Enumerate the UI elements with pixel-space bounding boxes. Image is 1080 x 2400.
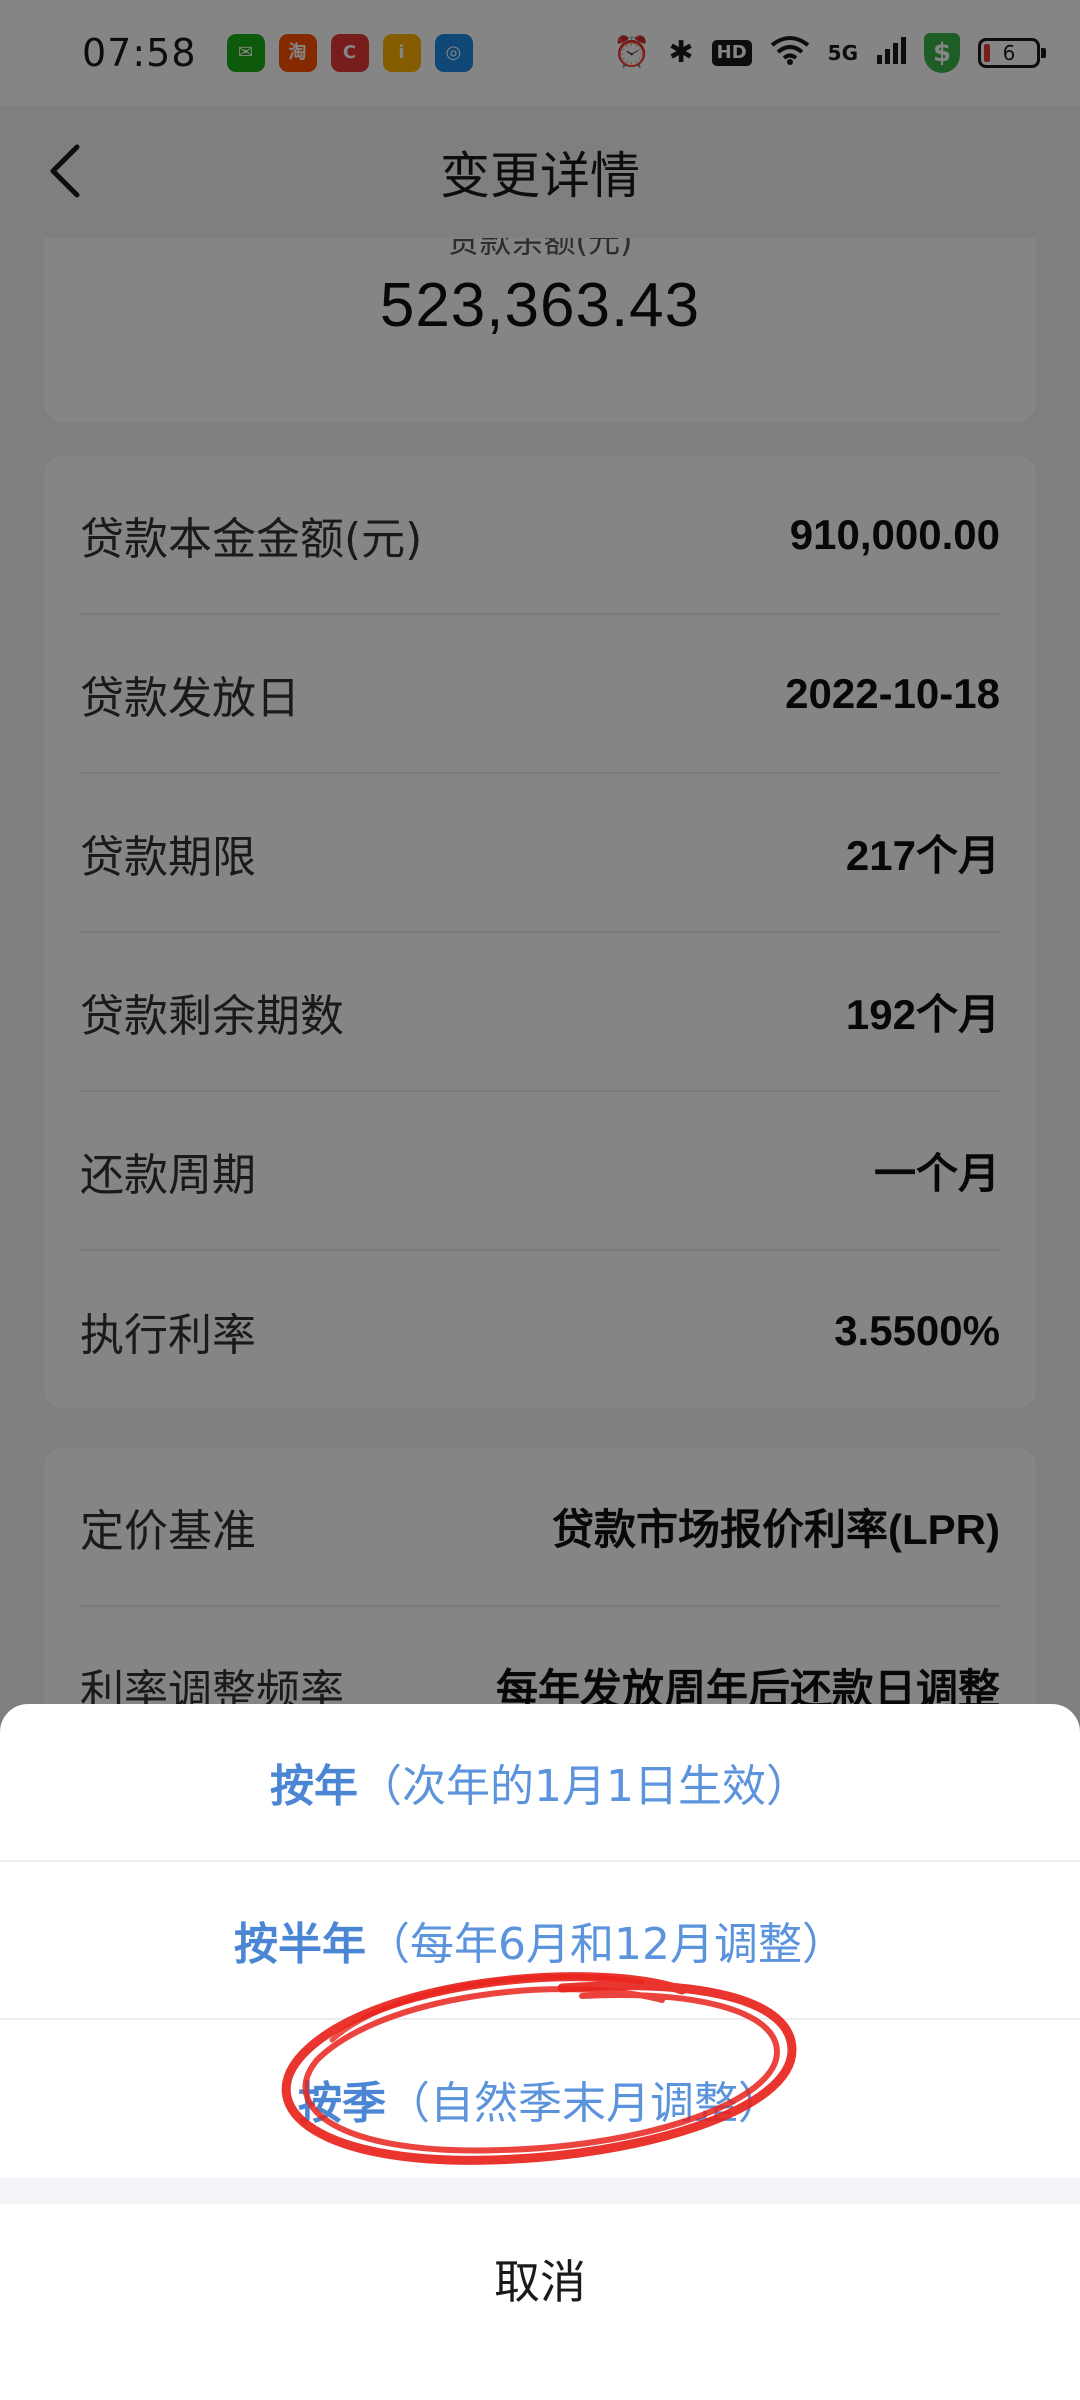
option-sub: （自然季末月调整） xyxy=(386,2078,782,2129)
option-main: 按季 xyxy=(298,2078,386,2129)
option-yearly[interactable]: 按年 （次年的1月1日生效） xyxy=(0,1704,1080,1862)
option-main: 按年 xyxy=(270,1761,358,1812)
option-sub: （每年6月和12月调整） xyxy=(366,1919,846,1970)
option-quarterly[interactable]: 按季 （自然季末月调整） xyxy=(0,2020,1080,2178)
option-main: 按半年 xyxy=(234,1919,366,1970)
option-sub: （次年的1月1日生效） xyxy=(358,1761,810,1812)
sheet-divider xyxy=(0,2178,1080,2204)
adjust-frequency-action-sheet: 按年 （次年的1月1日生效） 按半年 （每年6月和12月调整） 按季 （自然季末… xyxy=(0,1704,1080,2400)
cancel-button[interactable]: 取消 xyxy=(0,2204,1080,2354)
option-half-yearly[interactable]: 按半年 （每年6月和12月调整） xyxy=(0,1862,1080,2020)
